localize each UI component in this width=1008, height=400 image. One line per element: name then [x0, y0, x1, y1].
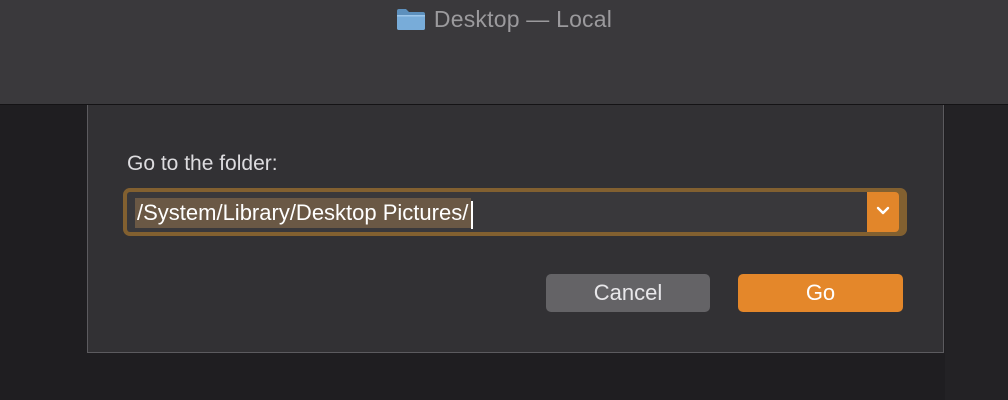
window-title-text: Desktop — Local	[433, 5, 613, 32]
chevron-down-icon	[876, 203, 890, 221]
prompt-label: Go to the folder:	[127, 152, 278, 175]
path-input-value: /System/Library/Desktop Pictures/	[137, 200, 469, 225]
go-button[interactable]: Go	[738, 274, 903, 312]
cancel-button[interactable]: Cancel	[546, 274, 710, 312]
path-input-selected-text[interactable]: /System/Library/Desktop Pictures/	[135, 198, 472, 228]
path-input[interactable]: /System/Library/Desktop Pictures/	[127, 192, 867, 232]
window-title: Desktop — Local	[0, 4, 1008, 34]
background-area	[945, 105, 1008, 400]
text-cursor	[471, 201, 473, 229]
go-to-folder-sheet: Go to the folder: /System/Library/Deskto…	[87, 105, 944, 353]
window-titlebar: Desktop — Local	[0, 0, 1008, 105]
path-history-dropdown-button[interactable]	[867, 192, 899, 232]
folder-icon	[396, 7, 426, 31]
path-combobox[interactable]: /System/Library/Desktop Pictures/	[123, 188, 907, 236]
